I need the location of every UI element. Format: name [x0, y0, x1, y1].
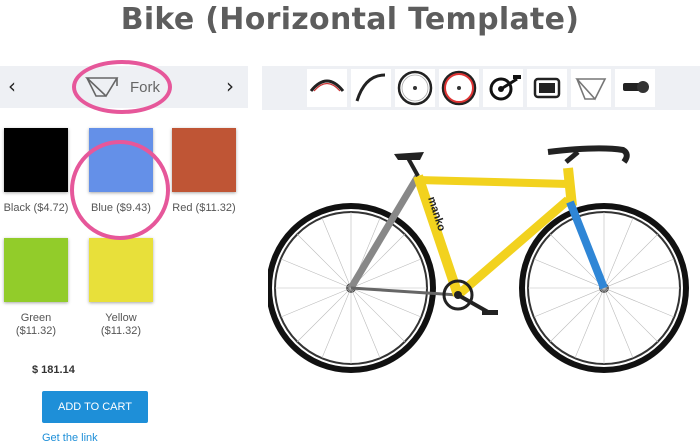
color-swatch[interactable] — [4, 238, 68, 302]
rim-icon[interactable] — [307, 69, 347, 107]
color-option-green[interactable]: Green ($11.32) — [1, 238, 71, 338]
color-swatch[interactable] — [4, 128, 68, 192]
part-thumbnail-bar — [262, 66, 700, 110]
total-price: $ 181.14 — [32, 364, 75, 376]
color-label: Blue ($9.43) — [91, 202, 151, 214]
next-part-arrow[interactable]: › — [220, 74, 240, 98]
rear-wheel-icon[interactable] — [439, 69, 479, 107]
color-option-black[interactable]: Black ($4.72) — [1, 128, 71, 215]
get-link[interactable]: Get the link — [42, 432, 98, 444]
add-to-cart-button[interactable]: ADD TO CART — [42, 391, 148, 423]
color-swatch[interactable] — [89, 128, 153, 192]
frame-icon[interactable] — [571, 69, 611, 107]
color-swatch[interactable] — [172, 128, 236, 192]
color-option-yellow[interactable]: Yellow ($11.32) — [86, 238, 156, 338]
color-option-red[interactable]: Red ($11.32) — [169, 128, 239, 215]
tire-icon[interactable] — [351, 69, 391, 107]
color-option-blue[interactable]: Blue ($9.43) — [86, 128, 156, 215]
stem-icon[interactable] — [615, 69, 655, 107]
color-label: Green ($11.32) — [15, 312, 57, 337]
crankset-icon[interactable] — [483, 69, 523, 107]
current-part-label: Fork — [130, 79, 160, 96]
front-wheel-icon[interactable] — [395, 69, 435, 107]
bike-preview-image: manko — [268, 145, 689, 373]
part-selector: ‹ Fork › — [0, 66, 248, 108]
page-title: Bike (Horizontal Template) — [120, 2, 580, 37]
color-label: Black ($4.72) — [3, 202, 69, 214]
bike-frame: manko — [347, 145, 630, 315]
frame-icon — [84, 77, 119, 98]
color-label: Red ($11.32) — [172, 202, 236, 214]
color-label: Yellow ($11.32) — [100, 312, 142, 337]
color-swatch[interactable] — [89, 238, 153, 302]
prev-part-arrow[interactable]: ‹ — [2, 74, 22, 98]
saddle-icon[interactable] — [527, 69, 567, 107]
